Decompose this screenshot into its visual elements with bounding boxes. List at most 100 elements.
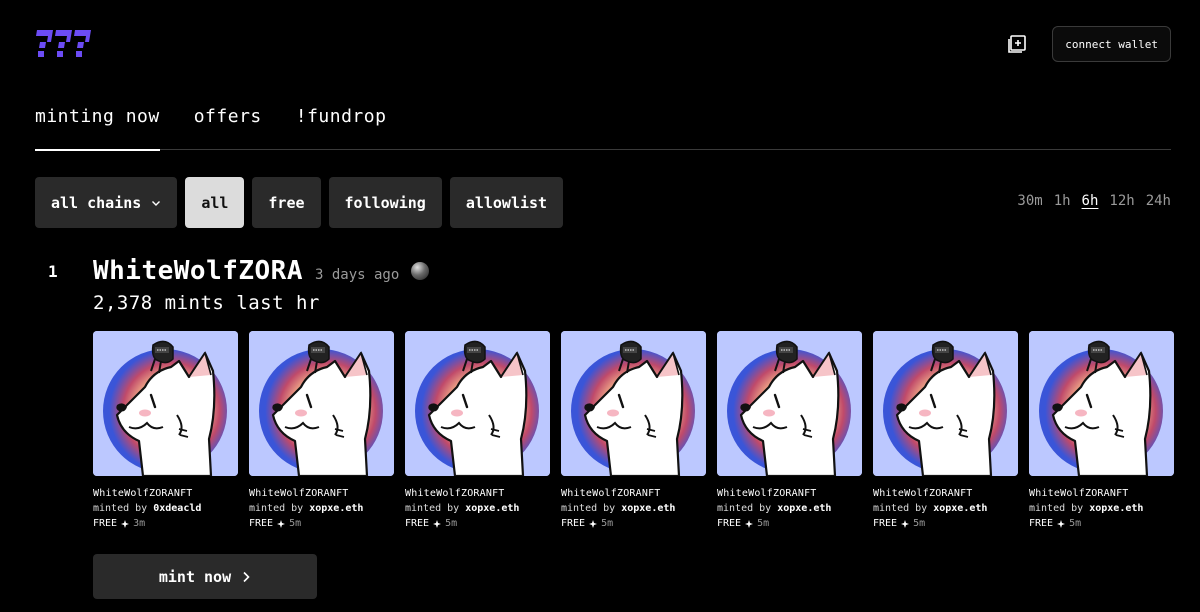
minted-by: minted by xopxe.eth	[717, 503, 862, 514]
price-label: FREE	[405, 518, 430, 529]
nft-thumbnail[interactable]	[249, 331, 394, 476]
minter-name[interactable]: xopxe.eth	[465, 503, 519, 514]
price-row: FREE 5m	[873, 518, 1018, 529]
mint-age: 5m	[445, 518, 458, 529]
price-row: FREE 5m	[405, 518, 550, 529]
chevron-right-icon	[243, 571, 250, 582]
minted-by-prefix: minted by	[873, 503, 928, 514]
mint-card[interactable]: WhiteWolfZORANFT minted by 0xdeacld FREE…	[93, 331, 238, 529]
price-row: FREE 5m	[249, 518, 394, 529]
price-label: FREE	[1029, 518, 1054, 529]
minted-by: minted by xopxe.eth	[1029, 503, 1174, 514]
filter-bar: all chains all free following allowlist	[35, 177, 564, 228]
brand-logo-icon[interactable]	[35, 28, 91, 60]
price-label: FREE	[717, 518, 742, 529]
mint-age: 5m	[601, 518, 614, 529]
minted-by-prefix: minted by	[405, 503, 460, 514]
minted-by-prefix: minted by	[717, 503, 772, 514]
nft-thumbnail[interactable]	[873, 331, 1018, 476]
mint-card[interactable]: WhiteWolfZORANFT minted by xopxe.eth FRE…	[405, 331, 550, 529]
price-label: FREE	[873, 518, 898, 529]
minter-name[interactable]: xopxe.eth	[621, 503, 675, 514]
nft-name: WhiteWolfZORANFT	[249, 488, 349, 499]
collection-age: 3 days ago	[315, 267, 400, 283]
main-tabs: minting now offers !fundrop	[35, 100, 1171, 151]
time-12h[interactable]: 12h	[1109, 193, 1134, 209]
price-label: FREE	[93, 518, 118, 529]
chain-icon	[411, 262, 430, 280]
collection-name[interactable]: WhiteWolfZORA	[93, 256, 303, 286]
price-row: FREE 5m	[1029, 518, 1174, 529]
minter-name[interactable]: xopxe.eth	[309, 503, 363, 514]
mint-card[interactable]: WhiteWolfZORANFT minted by xopxe.eth FRE…	[561, 331, 706, 529]
create-plus-icon[interactable]	[1006, 33, 1028, 55]
nft-thumbnail[interactable]	[93, 331, 238, 476]
connect-wallet-button[interactable]: connect wallet	[1052, 26, 1171, 62]
tab-offers[interactable]: offers	[194, 100, 262, 150]
minter-name[interactable]: xopxe.eth	[777, 503, 831, 514]
minter-name[interactable]: xopxe.eth	[933, 503, 987, 514]
collection-header: WhiteWolfZORA 3 days ago	[93, 256, 430, 286]
nft-thumbnail[interactable]	[561, 331, 706, 476]
nft-thumbnail[interactable]	[717, 331, 862, 476]
mint-card[interactable]: WhiteWolfZORANFT minted by xopxe.eth FRE…	[717, 331, 862, 529]
mint-age: 5m	[913, 518, 926, 529]
price-row: FREE 5m	[717, 518, 862, 529]
time-6h[interactable]: 6h	[1082, 193, 1099, 209]
price-label: FREE	[561, 518, 586, 529]
minted-by: minted by xopxe.eth	[249, 503, 394, 514]
time-30m[interactable]: 30m	[1017, 193, 1042, 209]
chain-select[interactable]: all chains	[35, 177, 178, 228]
time-24h[interactable]: 24h	[1146, 193, 1171, 209]
sparkle-icon	[121, 519, 130, 528]
minted-by-prefix: minted by	[1029, 503, 1084, 514]
filter-free[interactable]: free	[252, 177, 321, 228]
filter-all[interactable]: all	[185, 177, 245, 228]
minted-by-prefix: minted by	[93, 503, 148, 514]
time-range-selector: 30m 1h 6h 12h 24h	[1017, 193, 1171, 209]
minted-by-prefix: minted by	[249, 503, 304, 514]
nft-name: WhiteWolfZORANFT	[561, 488, 661, 499]
mint-card[interactable]: WhiteWolfZORANFT minted by xopxe.eth FRE…	[873, 331, 1018, 529]
price-label: FREE	[249, 518, 274, 529]
sparkle-icon	[745, 519, 754, 528]
nft-name: WhiteWolfZORANFT	[405, 488, 505, 499]
mint-age: 5m	[289, 518, 302, 529]
sparkle-icon	[1057, 519, 1066, 528]
mint-card-list: WhiteWolfZORANFT minted by 0xdeacld FREE…	[93, 331, 1174, 529]
minted-by: minted by 0xdeacld	[93, 503, 238, 514]
price-row: FREE 3m	[93, 518, 238, 529]
minted-by: minted by xopxe.eth	[561, 503, 706, 514]
tab-minting-now[interactable]: minting now	[35, 100, 160, 151]
minter-name[interactable]: 0xdeacld	[153, 503, 201, 514]
nft-thumbnail[interactable]	[405, 331, 550, 476]
chevron-down-icon	[152, 200, 161, 206]
nft-name: WhiteWolfZORANFT	[873, 488, 973, 499]
filter-following[interactable]: following	[328, 177, 442, 228]
sparkle-icon	[277, 519, 286, 528]
mint-age: 5m	[1069, 518, 1082, 529]
sparkle-icon	[901, 519, 910, 528]
tab-fundrop[interactable]: !fundrop	[296, 100, 387, 150]
mint-now-label: mint now	[158, 567, 232, 586]
sparkle-icon	[589, 519, 598, 528]
minted-by: minted by xopxe.eth	[405, 503, 550, 514]
mint-card[interactable]: WhiteWolfZORANFT minted by xopxe.eth FRE…	[249, 331, 394, 529]
mints-count: 2,378 mints last hr	[93, 292, 320, 314]
rank-number: 1	[48, 262, 58, 281]
mint-age: 3m	[133, 518, 146, 529]
nft-thumbnail[interactable]	[1029, 331, 1174, 476]
filter-allowlist[interactable]: allowlist	[449, 177, 564, 228]
price-row: FREE 5m	[561, 518, 706, 529]
mint-card[interactable]: WhiteWolfZORANFT minted by xopxe.eth FRE…	[1029, 331, 1174, 529]
sparkle-icon	[433, 519, 442, 528]
time-1h[interactable]: 1h	[1054, 193, 1071, 209]
nft-name: WhiteWolfZORANFT	[717, 488, 817, 499]
minter-name[interactable]: xopxe.eth	[1089, 503, 1143, 514]
minted-by-prefix: minted by	[561, 503, 616, 514]
mint-age: 5m	[757, 518, 770, 529]
nft-name: WhiteWolfZORANFT	[93, 488, 193, 499]
nft-name: WhiteWolfZORANFT	[1029, 488, 1129, 499]
chain-select-label: all chains	[51, 193, 142, 212]
mint-now-button[interactable]: mint now	[93, 554, 317, 599]
